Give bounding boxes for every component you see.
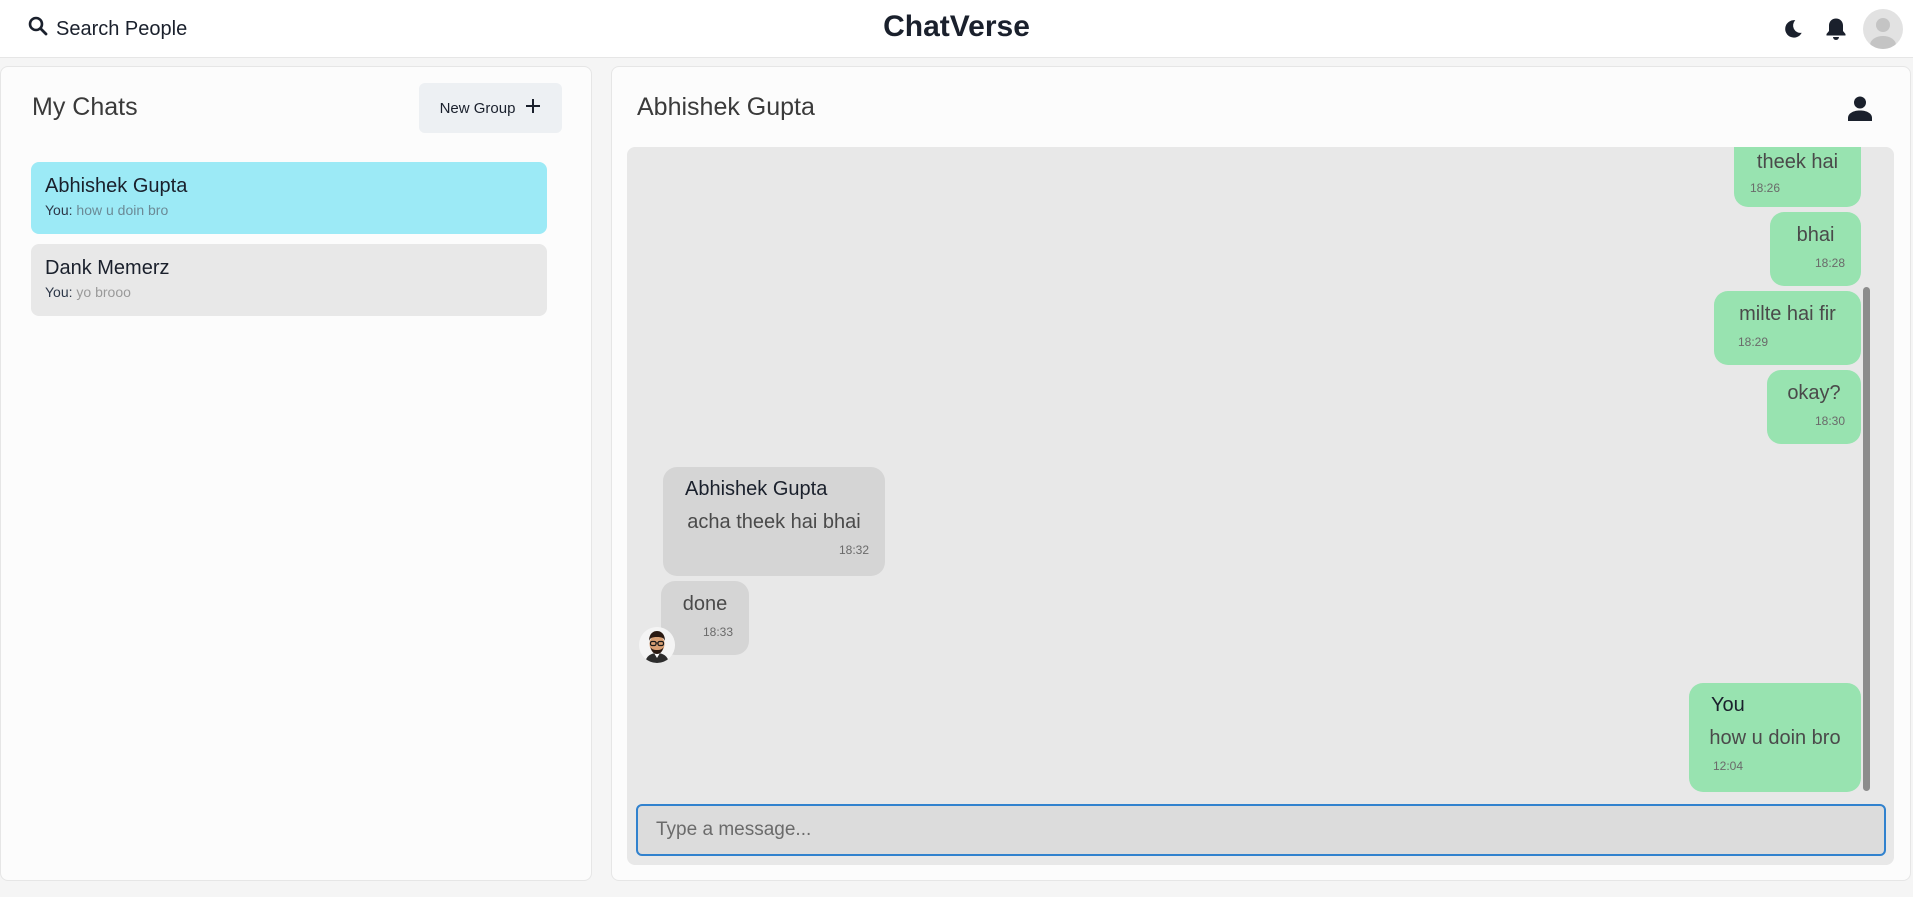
chat-name: Dank Memerz: [45, 257, 170, 279]
my-chats-title: My Chats: [32, 93, 138, 121]
message-bubble: You how u doin bro 12:04: [1689, 683, 1861, 792]
message-bubble: Abhishek Gupta acha theek hai bhai 18:32: [663, 467, 885, 576]
message-bubble: okay? 18:30: [1767, 370, 1861, 444]
search-icon: [28, 16, 48, 42]
chat-preview: You: yo brooo: [45, 282, 533, 302]
chat-name: Abhishek Gupta: [45, 175, 188, 197]
top-bar: Search People ChatVerse: [0, 0, 1913, 58]
message-text: milte hai fir: [1739, 303, 1836, 325]
message-text: bhai: [1796, 224, 1835, 246]
message-text: theek hai: [1756, 151, 1839, 173]
message-text: done: [682, 593, 728, 615]
conversation-title: Abhishek Gupta: [637, 93, 815, 121]
chat-preview: You: how u doin bro: [45, 200, 533, 220]
chat-preview-sender: You:: [45, 284, 73, 300]
messages-scrollbar[interactable]: [1863, 287, 1870, 791]
message-sender: You: [1711, 694, 1745, 716]
message-input[interactable]: [636, 804, 1886, 856]
message-time: 18:29: [1738, 335, 1769, 349]
chat-item-abhishek-gupta[interactable]: Abhishek Gupta You: how u doin bro: [31, 162, 547, 234]
user-avatar[interactable]: [1863, 9, 1903, 49]
message-time: 18:32: [838, 543, 869, 557]
message-text: how u doin bro: [1709, 727, 1841, 749]
message-time: 18:30: [1814, 414, 1845, 428]
message-sender: Abhishek Gupta: [685, 478, 828, 500]
plus-icon: [525, 98, 541, 118]
chat-preview-text: yo brooo: [76, 284, 131, 300]
new-group-label: New Group: [439, 99, 516, 117]
message-text: okay?: [1787, 382, 1841, 404]
message-bubble: theek hai 18:26: [1734, 147, 1861, 207]
my-chats-panel: My Chats New Group Abhishek Gupta You: h…: [0, 66, 592, 881]
search-people-button[interactable]: Search People: [28, 14, 187, 44]
search-people-label: Search People: [56, 17, 188, 40]
chat-preview-text: how u doin bro: [76, 202, 169, 218]
message-bubble: bhai 18:28: [1770, 212, 1861, 286]
bell-icon[interactable]: [1821, 14, 1851, 44]
message-time: 12:04: [1713, 759, 1744, 773]
message-time: 18:28: [1814, 256, 1845, 270]
messages-area[interactable]: theek hai 18:26 bhai 18:28 milte hai fir…: [627, 147, 1894, 865]
chat-item-dank-memerz[interactable]: Dank Memerz You: yo brooo: [31, 244, 547, 316]
message-time: 18:33: [702, 625, 733, 639]
message-time: 18:26: [1750, 181, 1781, 195]
contact-avatar[interactable]: [639, 627, 675, 663]
chat-preview-sender: You:: [45, 202, 73, 218]
conversation-panel: Abhishek Gupta theek hai 18:26 bhai 18:2…: [611, 66, 1911, 881]
message-bubble: milte hai fir 18:29: [1714, 291, 1861, 365]
new-group-button[interactable]: New Group: [419, 83, 562, 133]
app-title: ChatVerse: [883, 10, 1030, 43]
message-text: acha theek hai bhai: [687, 511, 861, 533]
moon-icon[interactable]: [1778, 14, 1808, 44]
profile-icon[interactable]: [1843, 91, 1877, 125]
